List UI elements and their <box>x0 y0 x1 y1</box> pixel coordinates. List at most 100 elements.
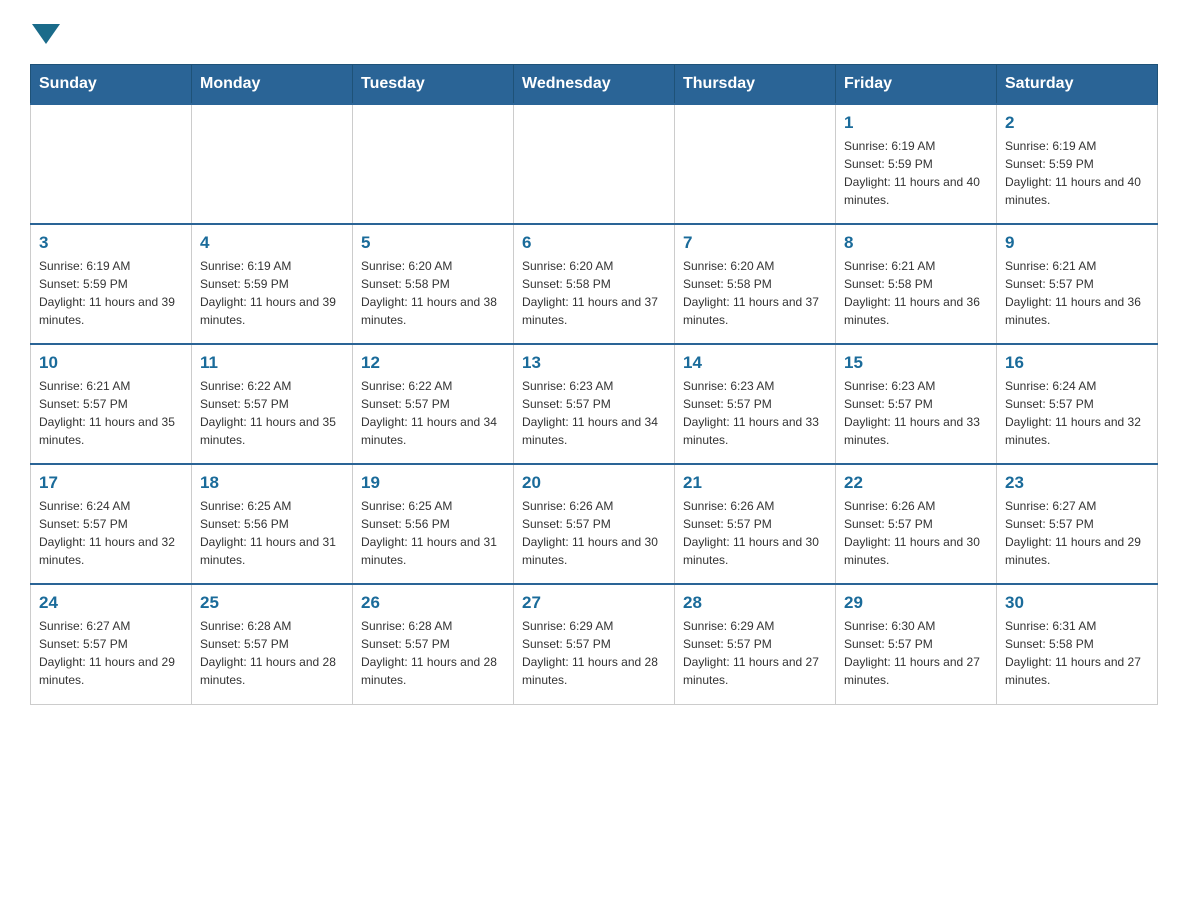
calendar-cell: 15 Sunrise: 6:23 AMSunset: 5:57 PMDayligh… <box>836 344 997 464</box>
day-info: Sunrise: 6:24 AMSunset: 5:57 PMDaylight:… <box>39 497 183 569</box>
day-info: Sunrise: 6:23 AMSunset: 5:57 PMDaylight:… <box>522 377 666 449</box>
day-number: 17 <box>39 473 183 493</box>
day-number: 29 <box>844 593 988 613</box>
day-number: 14 <box>683 353 827 373</box>
day-info: Sunrise: 6:31 AMSunset: 5:58 PMDaylight:… <box>1005 617 1149 689</box>
calendar-cell: 27 Sunrise: 6:29 AMSunset: 5:57 PMDayligh… <box>514 584 675 704</box>
calendar-cell <box>31 104 192 224</box>
day-number: 26 <box>361 593 505 613</box>
calendar-cell: 20 Sunrise: 6:26 AMSunset: 5:57 PMDayligh… <box>514 464 675 584</box>
calendar-cell: 12 Sunrise: 6:22 AMSunset: 5:57 PMDayligh… <box>353 344 514 464</box>
calendar-cell: 18 Sunrise: 6:25 AMSunset: 5:56 PMDayligh… <box>192 464 353 584</box>
day-info: Sunrise: 6:26 AMSunset: 5:57 PMDaylight:… <box>683 497 827 569</box>
day-info: Sunrise: 6:29 AMSunset: 5:57 PMDaylight:… <box>683 617 827 689</box>
calendar-cell: 26 Sunrise: 6:28 AMSunset: 5:57 PMDayligh… <box>353 584 514 704</box>
calendar-cell: 8 Sunrise: 6:21 AMSunset: 5:58 PMDaylight… <box>836 224 997 344</box>
day-info: Sunrise: 6:28 AMSunset: 5:57 PMDaylight:… <box>200 617 344 689</box>
calendar-cell: 19 Sunrise: 6:25 AMSunset: 5:56 PMDayligh… <box>353 464 514 584</box>
day-info: Sunrise: 6:24 AMSunset: 5:57 PMDaylight:… <box>1005 377 1149 449</box>
calendar-cell: 4Sunrise: 6:19 AMSunset: 5:59 PMDaylight… <box>192 224 353 344</box>
calendar-cell: 22 Sunrise: 6:26 AMSunset: 5:57 PMDayligh… <box>836 464 997 584</box>
day-number: 27 <box>522 593 666 613</box>
day-number: 23 <box>1005 473 1149 493</box>
calendar-cell: 9Sunrise: 6:21 AMSunset: 5:57 PMDaylight… <box>997 224 1158 344</box>
calendar-cell: 14 Sunrise: 6:23 AMSunset: 5:57 PMDayligh… <box>675 344 836 464</box>
calendar-cell: 13 Sunrise: 6:23 AMSunset: 5:57 PMDayligh… <box>514 344 675 464</box>
calendar-cell: 29 Sunrise: 6:30 AMSunset: 5:57 PMDayligh… <box>836 584 997 704</box>
day-info: Sunrise: 6:19 AMSunset: 5:59 PMDaylight:… <box>844 137 988 209</box>
calendar-cell <box>192 104 353 224</box>
day-number: 16 <box>1005 353 1149 373</box>
day-number: 7 <box>683 233 827 253</box>
day-info: Sunrise: 6:22 AMSunset: 5:57 PMDaylight:… <box>361 377 505 449</box>
day-number: 22 <box>844 473 988 493</box>
day-info: Sunrise: 6:21 AMSunset: 5:57 PMDaylight:… <box>1005 257 1149 329</box>
day-info: Sunrise: 6:19 AMSunset: 5:59 PMDaylight:… <box>1005 137 1149 209</box>
day-number: 5 <box>361 233 505 253</box>
col-wednesday: Wednesday <box>514 65 675 105</box>
day-info: Sunrise: 6:23 AMSunset: 5:57 PMDaylight:… <box>844 377 988 449</box>
day-info: Sunrise: 6:21 AMSunset: 5:58 PMDaylight:… <box>844 257 988 329</box>
day-number: 13 <box>522 353 666 373</box>
day-number: 6 <box>522 233 666 253</box>
week-row-3: 10 Sunrise: 6:21 AMSunset: 5:57 PMDayligh… <box>31 344 1158 464</box>
calendar-cell: 25 Sunrise: 6:28 AMSunset: 5:57 PMDayligh… <box>192 584 353 704</box>
day-number: 4 <box>200 233 344 253</box>
day-info: Sunrise: 6:26 AMSunset: 5:57 PMDaylight:… <box>522 497 666 569</box>
col-friday: Friday <box>836 65 997 105</box>
day-number: 20 <box>522 473 666 493</box>
calendar-cell: 17 Sunrise: 6:24 AMSunset: 5:57 PMDayligh… <box>31 464 192 584</box>
day-info: Sunrise: 6:19 AMSunset: 5:59 PMDaylight:… <box>39 257 183 329</box>
day-number: 30 <box>1005 593 1149 613</box>
day-info: Sunrise: 6:27 AMSunset: 5:57 PMDaylight:… <box>1005 497 1149 569</box>
day-number: 11 <box>200 353 344 373</box>
day-info: Sunrise: 6:29 AMSunset: 5:57 PMDaylight:… <box>522 617 666 689</box>
day-number: 19 <box>361 473 505 493</box>
day-number: 1 <box>844 113 988 133</box>
day-info: Sunrise: 6:30 AMSunset: 5:57 PMDaylight:… <box>844 617 988 689</box>
calendar-header-row: Sunday Monday Tuesday Wednesday Thursday… <box>31 65 1158 105</box>
day-info: Sunrise: 6:20 AMSunset: 5:58 PMDaylight:… <box>522 257 666 329</box>
week-row-2: 3 Sunrise: 6:19 AMSunset: 5:59 PMDaylight… <box>31 224 1158 344</box>
calendar-cell: 10 Sunrise: 6:21 AMSunset: 5:57 PMDayligh… <box>31 344 192 464</box>
calendar-cell: 11 Sunrise: 6:22 AMSunset: 5:57 PMDayligh… <box>192 344 353 464</box>
day-info: Sunrise: 6:25 AMSunset: 5:56 PMDaylight:… <box>361 497 505 569</box>
day-number: 10 <box>39 353 183 373</box>
calendar-cell: 24Sunrise: 6:27 AMSunset: 5:57 PMDayligh… <box>31 584 192 704</box>
col-saturday: Saturday <box>997 65 1158 105</box>
day-number: 18 <box>200 473 344 493</box>
calendar-cell: 21Sunrise: 6:26 AMSunset: 5:57 PMDayligh… <box>675 464 836 584</box>
day-info: Sunrise: 6:23 AMSunset: 5:57 PMDaylight:… <box>683 377 827 449</box>
day-info: Sunrise: 6:28 AMSunset: 5:57 PMDaylight:… <box>361 617 505 689</box>
week-row-5: 24Sunrise: 6:27 AMSunset: 5:57 PMDayligh… <box>31 584 1158 704</box>
day-number: 12 <box>361 353 505 373</box>
logo <box>30 20 60 44</box>
calendar-cell: 6 Sunrise: 6:20 AMSunset: 5:58 PMDaylight… <box>514 224 675 344</box>
day-info: Sunrise: 6:22 AMSunset: 5:57 PMDaylight:… <box>200 377 344 449</box>
calendar-cell <box>353 104 514 224</box>
day-info: Sunrise: 6:20 AMSunset: 5:58 PMDaylight:… <box>683 257 827 329</box>
day-info: Sunrise: 6:25 AMSunset: 5:56 PMDaylight:… <box>200 497 344 569</box>
day-info: Sunrise: 6:21 AMSunset: 5:57 PMDaylight:… <box>39 377 183 449</box>
col-monday: Monday <box>192 65 353 105</box>
day-info: Sunrise: 6:26 AMSunset: 5:57 PMDaylight:… <box>844 497 988 569</box>
day-number: 15 <box>844 353 988 373</box>
day-info: Sunrise: 6:20 AMSunset: 5:58 PMDaylight:… <box>361 257 505 329</box>
day-info: Sunrise: 6:27 AMSunset: 5:57 PMDaylight:… <box>39 617 183 689</box>
calendar-cell: 2Sunrise: 6:19 AMSunset: 5:59 PMDaylight… <box>997 104 1158 224</box>
day-number: 3 <box>39 233 183 253</box>
col-thursday: Thursday <box>675 65 836 105</box>
page-header <box>30 20 1158 44</box>
calendar-cell: 23 Sunrise: 6:27 AMSunset: 5:57 PMDayligh… <box>997 464 1158 584</box>
week-row-4: 17 Sunrise: 6:24 AMSunset: 5:57 PMDayligh… <box>31 464 1158 584</box>
calendar-cell: 30 Sunrise: 6:31 AMSunset: 5:58 PMDayligh… <box>997 584 1158 704</box>
calendar-cell: 3 Sunrise: 6:19 AMSunset: 5:59 PMDaylight… <box>31 224 192 344</box>
day-number: 25 <box>200 593 344 613</box>
calendar-cell: 1 Sunrise: 6:19 AMSunset: 5:59 PMDaylight… <box>836 104 997 224</box>
day-number: 8 <box>844 233 988 253</box>
calendar-cell: 5 Sunrise: 6:20 AMSunset: 5:58 PMDaylight… <box>353 224 514 344</box>
calendar-cell <box>514 104 675 224</box>
calendar-cell: 28Sunrise: 6:29 AMSunset: 5:57 PMDayligh… <box>675 584 836 704</box>
col-tuesday: Tuesday <box>353 65 514 105</box>
col-sunday: Sunday <box>31 65 192 105</box>
